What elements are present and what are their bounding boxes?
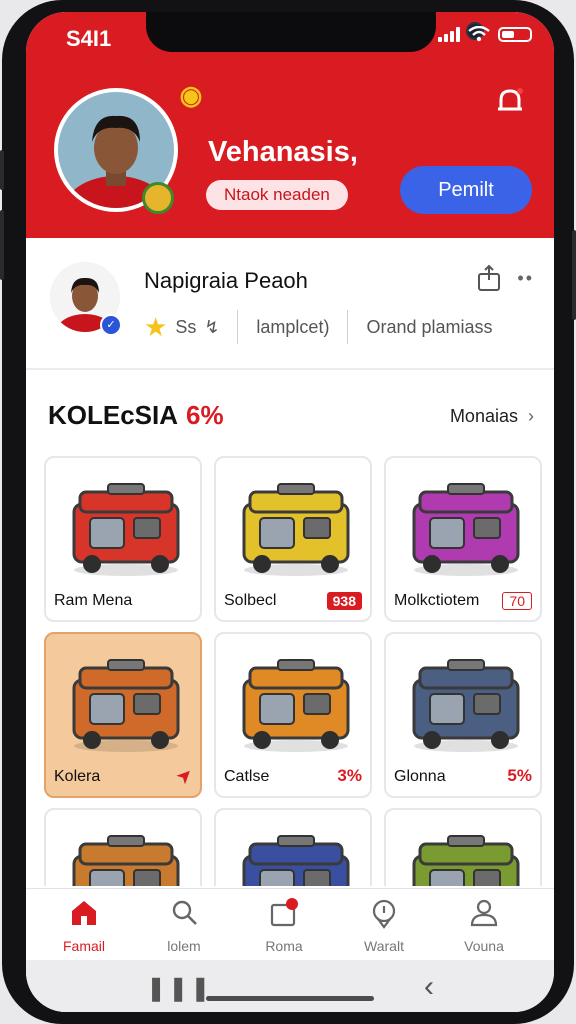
wifi-icon	[468, 26, 490, 42]
card-badge: 3%	[337, 766, 362, 785]
profile-actions: ••	[475, 264, 534, 292]
tab-label: Famail	[62, 938, 105, 954]
tab-home[interactable]: Famail	[44, 897, 124, 954]
tab-label: Vouna	[464, 938, 504, 954]
card-title: Catlse	[224, 768, 270, 785]
item-chest-icon	[242, 659, 350, 752]
section-title: KOLEcSIA 6%	[48, 400, 224, 431]
primary-action-button[interactable]: Pemilt	[400, 166, 532, 214]
collection-card[interactable]: Glonna 5%	[384, 632, 542, 798]
player-name: Napigraia Peaoh	[144, 268, 308, 293]
collection-card[interactable]	[44, 808, 202, 886]
item-chest-icon	[72, 659, 180, 752]
notch	[146, 12, 484, 52]
section-title-text: KOLEcSIA	[48, 400, 179, 430]
tab-profile[interactable]: Vouna	[444, 897, 524, 954]
verified-badge-icon	[142, 182, 174, 214]
verified-badge-icon: ✓	[100, 314, 122, 336]
send-icon[interactable]: ➤	[173, 764, 197, 788]
home-indicator[interactable]	[206, 996, 374, 1001]
chevron-right-icon: ›	[523, 406, 534, 426]
card-badge: 938	[326, 592, 362, 610]
status-icons	[438, 26, 532, 42]
profile-icon	[470, 899, 498, 927]
collection-grid: Ram Mena Solbecl 938 Molkctiotem 70 Kolera ➤ Ca…	[44, 456, 542, 886]
location-icon	[372, 899, 396, 929]
bottom-tab-bar: Famail lolem Roma Waralt Vouna	[26, 888, 554, 961]
home-icon	[72, 901, 96, 925]
stat-label: Orand plamiass	[366, 316, 493, 337]
tab-inbox[interactable]: Roma	[244, 897, 324, 954]
item-chest-icon	[72, 483, 180, 576]
tab-location[interactable]: Waralt	[344, 897, 424, 954]
system-nav-bar: ❚❚❚ ‹	[26, 960, 554, 1012]
card-title: Molkctiotem	[394, 592, 480, 609]
inbox-icon	[270, 898, 298, 927]
phone-frame: S4I1 ◉ Vehanasis, Ntaok neaden Pemilt ✓ …	[0, 0, 576, 1024]
notification-icon[interactable]	[492, 84, 528, 120]
stat-label: lamplcet)	[256, 316, 330, 337]
collection-card[interactable]: Solbecl 938	[214, 456, 372, 622]
star-icon: ★	[144, 312, 168, 342]
divider	[237, 310, 239, 344]
tab-search[interactable]: lolem	[144, 897, 224, 954]
item-chest-icon	[242, 835, 350, 886]
stat-value: Ss	[175, 316, 197, 337]
see-more-link[interactable]: Monaias ›	[450, 406, 534, 427]
side-button	[0, 210, 4, 280]
collection-card[interactable]: Ram Mena	[44, 456, 202, 622]
tab-label: Roma	[265, 938, 303, 954]
item-chest-icon	[72, 835, 180, 886]
collection-card[interactable]	[214, 808, 372, 886]
signal-icon	[438, 26, 460, 42]
card-title: Glonna	[394, 768, 446, 785]
card-title: Ram Mena	[54, 592, 133, 609]
collection-card[interactable]: Molkctiotem 70	[384, 456, 542, 622]
side-button	[0, 150, 4, 190]
divider	[347, 310, 349, 344]
profile-header: S4I1 ◉ Vehanasis, Ntaok neaden Pemilt	[26, 12, 554, 238]
status-badge: Ntaok neaden	[206, 180, 348, 210]
collection-card[interactable]: Catlse 3%	[214, 632, 372, 798]
see-more-label: Monaias	[449, 406, 518, 426]
section-percent: 6%	[186, 400, 224, 430]
divider	[26, 368, 554, 370]
status-time: S4I1	[66, 26, 112, 51]
search-icon	[172, 900, 197, 925]
card-title: Solbecl	[224, 592, 277, 609]
item-chest-icon	[412, 835, 520, 886]
flame-icon: ↯	[204, 316, 220, 337]
card-badge: 5%	[507, 766, 532, 785]
profile-username: Vehanasis,	[208, 136, 358, 168]
collection-card[interactable]: Kolera ➤	[44, 632, 202, 798]
item-chest-icon	[412, 483, 520, 576]
item-chest-icon	[412, 659, 520, 752]
tab-label: lolem	[167, 938, 201, 954]
coin-icon: ◉	[179, 80, 203, 110]
share-icon[interactable]	[475, 264, 503, 292]
profile-summary: ✓ Napigraia Peaoh ★ Ss ↯ lamplcet) Orand…	[26, 238, 554, 370]
card-title: Kolera	[54, 768, 101, 785]
tab-label: Waralt	[364, 938, 404, 954]
side-button	[572, 230, 576, 320]
card-badge: 70	[502, 592, 532, 610]
collection-card[interactable]	[384, 808, 542, 886]
battery-icon	[498, 26, 532, 42]
more-options-icon[interactable]: ••	[517, 268, 534, 289]
recent-apps-icon[interactable]: ❚❚❚	[146, 974, 212, 1003]
item-chest-icon	[242, 483, 350, 576]
back-icon[interactable]: ‹	[424, 970, 434, 1004]
app-screen: S4I1 ◉ Vehanasis, Ntaok neaden Pemilt ✓ …	[26, 12, 554, 1012]
stats-row: ★ Ss ↯ lamplcet) Orand plamiass	[144, 310, 493, 344]
